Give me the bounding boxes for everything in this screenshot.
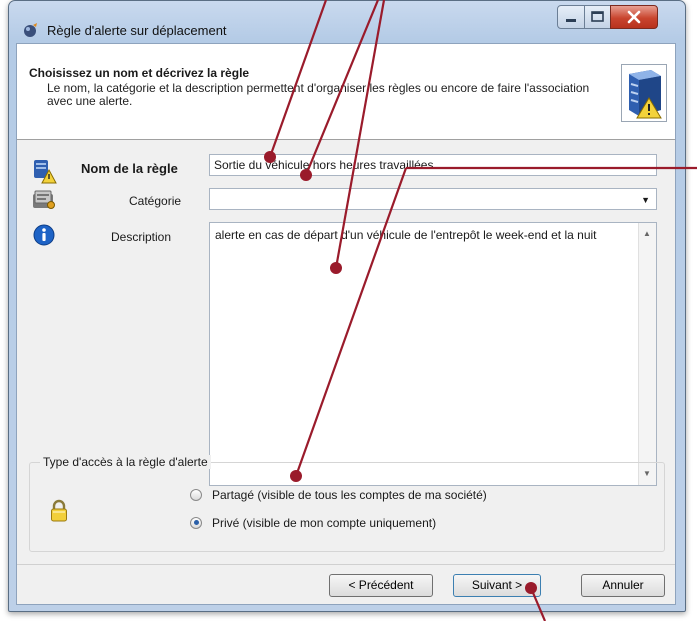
close-button[interactable] <box>610 5 658 29</box>
close-icon <box>611 10 657 31</box>
category-icon <box>31 188 57 215</box>
minimize-button[interactable] <box>557 5 585 29</box>
dropdown-arrow-icon[interactable]: ▼ <box>641 195 650 205</box>
rule-name-input[interactable]: Sortie du véhicule hors heures travaillé… <box>209 154 657 176</box>
wizard-step-description: Le nom, la catégorie et la description p… <box>47 81 590 108</box>
info-icon <box>33 224 55 249</box>
maximize-button[interactable] <box>584 5 611 29</box>
access-option-shared[interactable]: Partagé (visible de tous les comptes de … <box>190 487 487 502</box>
radio-shared[interactable] <box>190 488 202 501</box>
cancel-button[interactable]: Annuler <box>581 574 665 597</box>
window-title: Règle d'alerte sur déplacement <box>47 23 227 38</box>
description-text: alerte en cas de départ d'un véhicule de… <box>215 228 597 242</box>
access-type-legend: Type d'accès à la règle d'alerte <box>40 455 211 469</box>
server-warning-icon <box>621 64 667 122</box>
category-select[interactable]: ▼ <box>209 188 657 210</box>
footer-divider <box>17 564 675 565</box>
access-type-group: Type d'accès à la règle d'alerte Partagé… <box>29 455 665 552</box>
maximize-icon <box>585 11 610 31</box>
radio-shared-label: Partagé (visible de tous les comptes de … <box>212 487 487 502</box>
minimize-icon <box>558 17 584 31</box>
dialog-window: Règle d'alerte sur déplacement Choisisse… <box>8 0 686 612</box>
wizard-step-title: Choisissez un nom et décrivez la règle <box>29 66 250 80</box>
description-label: Description <box>111 230 172 244</box>
title-bar[interactable]: Règle d'alerte sur déplacement <box>9 1 685 43</box>
rule-name-label: Nom de la règle <box>81 161 178 176</box>
previous-button[interactable]: < Précédent <box>329 574 433 597</box>
dialog-client-area: Choisissez un nom et décrivez la règle L… <box>16 43 676 605</box>
radio-private[interactable] <box>190 516 202 529</box>
lock-icon <box>50 499 68 526</box>
app-icon <box>23 22 39 38</box>
radio-private-label: Privé (visible de mon compte uniquement) <box>212 515 437 530</box>
wizard-header: Choisissez un nom et décrivez la règle L… <box>17 44 675 140</box>
category-label: Catégorie <box>129 194 182 208</box>
next-button[interactable]: Suivant > <box>453 574 541 597</box>
access-option-private[interactable]: Privé (visible de mon compte uniquement) <box>190 515 436 530</box>
description-scrollbar[interactable]: ▲ ▼ <box>638 223 656 485</box>
description-textarea[interactable]: alerte en cas de départ d'un véhicule de… <box>209 222 657 486</box>
rule-warning-icon <box>31 158 57 187</box>
scroll-up-arrow-icon[interactable]: ▲ <box>643 229 651 238</box>
